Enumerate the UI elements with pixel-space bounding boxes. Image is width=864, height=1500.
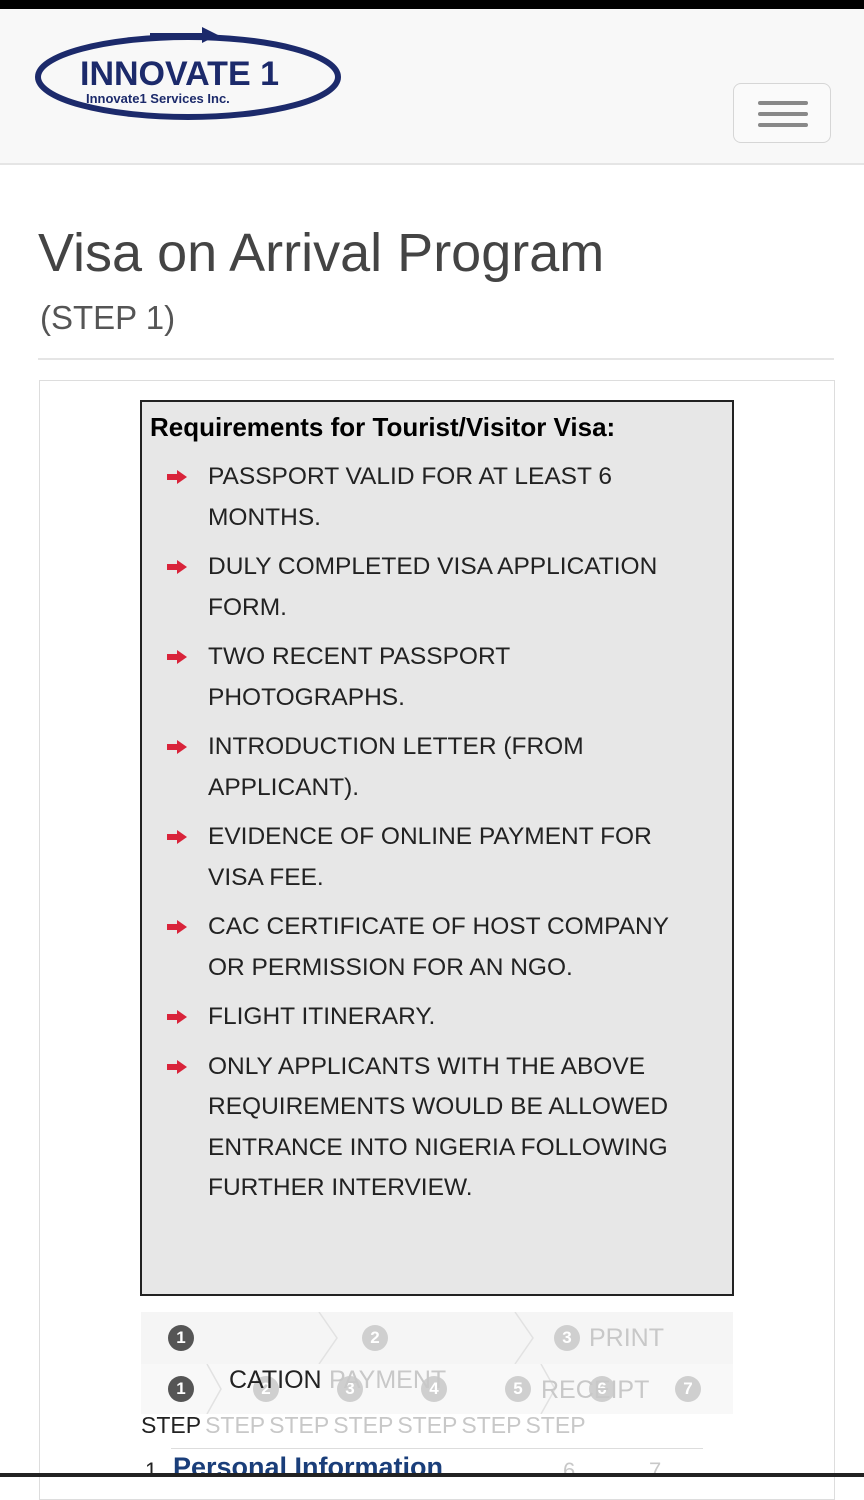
divider [171, 1448, 703, 1449]
step-label-application[interactable]: CATION [229, 1366, 322, 1395]
red-arrow-icon [167, 740, 187, 754]
step-badge[interactable]: 3 [554, 1325, 580, 1351]
step-badge[interactable]: 1 [168, 1325, 194, 1351]
requirement-text: EVIDENCE OF ONLINE PAYMENT FOR VISA FEE. [208, 823, 652, 891]
bottom-border [0, 1473, 864, 1477]
list-item: CAC CERTIFICATE OF HOST COMPANY OR PERMI… [166, 907, 706, 988]
brand-logo[interactable]: INNOVATE 1 Innovate1 Services Inc. [30, 21, 350, 121]
red-arrow-icon [167, 830, 187, 844]
step-label[interactable]: STEP [205, 1412, 265, 1438]
requirements-list: PASSPORT VALID FOR AT LEAST 6 MONTHS. DU… [166, 457, 706, 1218]
requirements-box: Requirements for Tourist/Visitor Visa: P… [140, 400, 734, 1296]
step-label[interactable]: STEP [461, 1412, 521, 1438]
step-label-receipt[interactable]: RECEIPT [541, 1376, 649, 1405]
step-badge[interactable]: 5 [505, 1376, 531, 1402]
list-item: EVIDENCE OF ONLINE PAYMENT FOR VISA FEE. [166, 817, 706, 898]
step-label[interactable]: STEP [269, 1412, 329, 1438]
logo-graphic: INNOVATE 1 Innovate1 Services Inc. [35, 27, 341, 120]
red-arrow-icon [167, 1010, 187, 1024]
step-label[interactable]: STEP [141, 1412, 201, 1438]
top-border [0, 0, 864, 9]
divider [38, 358, 834, 360]
requirements-heading: Requirements for Tourist/Visitor Visa: [150, 412, 616, 442]
page-subtitle: (STEP 1) [40, 299, 176, 336]
step-badge[interactable]: 1 [168, 1376, 194, 1402]
step-label[interactable]: STEP [525, 1412, 585, 1438]
steps-row: STEP STEP STEP STEP STEP STEP STEP [141, 1412, 590, 1439]
hamburger-bar [758, 112, 808, 116]
logo-subtitle: Innovate1 Services Inc. [86, 91, 230, 106]
list-item: TWO RECENT PASSPORT PHOTOGRAPHS. [166, 637, 706, 718]
list-item: ONLY APPLICANTS WITH THE ABOVE REQUIREME… [166, 1047, 706, 1209]
step-wizard: 1 2 3 PRINT 1 2 3 4 5 6 7 PAYMENT RECEIP… [141, 1300, 733, 1477]
step-badge[interactable]: 2 [362, 1325, 388, 1351]
page-title: Visa on Arrival Program [38, 223, 605, 283]
wizard-row-primary: 1 2 3 PRINT [141, 1312, 733, 1365]
step-label-payment[interactable]: PAYMENT [329, 1366, 446, 1395]
step-label-print[interactable]: PRINT [589, 1324, 664, 1353]
requirement-text: ONLY APPLICANTS WITH THE ABOVE REQUIREME… [208, 1052, 669, 1202]
requirement-text: CAC CERTIFICATE OF HOST COMPANY OR PERMI… [208, 913, 669, 981]
requirement-text: DULY COMPLETED VISA APPLICATION FORM. [208, 553, 658, 621]
step-badge[interactable]: 7 [675, 1376, 701, 1402]
hamburger-bar [758, 123, 808, 127]
requirement-text: INTRODUCTION LETTER (FROM APPLICANT). [208, 733, 584, 801]
red-arrow-icon [167, 920, 187, 934]
list-item: INTRODUCTION LETTER (FROM APPLICANT). [166, 727, 706, 808]
list-item: PASSPORT VALID FOR AT LEAST 6 MONTHS. [166, 457, 706, 538]
requirement-text: TWO RECENT PASSPORT PHOTOGRAPHS. [208, 643, 510, 711]
list-item: DULY COMPLETED VISA APPLICATION FORM. [166, 547, 706, 628]
red-arrow-icon [167, 650, 187, 664]
logo-title: INNOVATE 1 [80, 55, 279, 93]
hamburger-icon [758, 101, 808, 105]
red-arrow-icon [167, 470, 187, 484]
requirement-text: FLIGHT ITINERARY. [208, 1003, 436, 1030]
menu-toggle-button[interactable] [733, 83, 831, 143]
navbar: INNOVATE 1 Innovate1 Services Inc. [0, 9, 864, 165]
requirement-text: PASSPORT VALID FOR AT LEAST 6 MONTHS. [208, 463, 612, 531]
wizard-row-secondary: 1 2 3 4 5 6 7 PAYMENT RECEIPT CATION [141, 1364, 733, 1414]
step-label[interactable]: STEP [333, 1412, 393, 1438]
red-arrow-icon [167, 1059, 187, 1074]
step-label[interactable]: STEP [397, 1412, 457, 1438]
red-arrow-icon [167, 560, 187, 574]
list-item: FLIGHT ITINERARY. [166, 997, 706, 1038]
